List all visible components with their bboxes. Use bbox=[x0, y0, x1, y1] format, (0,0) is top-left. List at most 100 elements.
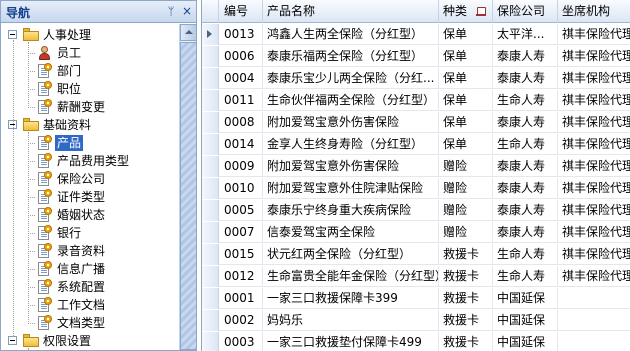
table-row[interactable]: 0011 生命伙伴福两全保险（分红型） 保单 生命人寿 祺丰保险代理 bbox=[202, 90, 630, 111]
table-cell[interactable]: 鸿鑫人生两全保险（分红型） bbox=[263, 24, 439, 45]
table-row[interactable]: 0008 附加爱驾宝意外伤害保险 保单 泰康人寿 祺丰保险代理 bbox=[202, 112, 630, 133]
table-cell[interactable]: 泰康人寿 bbox=[493, 46, 558, 67]
tree-node-label[interactable]: 婚姻状态 bbox=[55, 207, 107, 223]
table-cell[interactable]: 祺丰保险代理 bbox=[558, 156, 630, 177]
table-cell[interactable]: 生命人寿 bbox=[493, 90, 558, 111]
column-header[interactable]: 坐席机构 bbox=[558, 0, 630, 23]
table-cell[interactable]: 0004 bbox=[220, 68, 263, 89]
table-cell[interactable]: 0009 bbox=[220, 156, 263, 177]
tree-node-label[interactable]: 工作文档 bbox=[55, 297, 107, 313]
row-header[interactable] bbox=[202, 90, 219, 111]
tree-node-label[interactable]: 系统配置 bbox=[55, 279, 107, 295]
row-header[interactable] bbox=[202, 332, 219, 351]
table-cell[interactable]: 0006 bbox=[220, 46, 263, 67]
table-cell[interactable]: 救援卡 bbox=[439, 332, 493, 351]
table-cell[interactable]: 泰康人寿 bbox=[493, 156, 558, 177]
table-cell[interactable]: 生命人寿 bbox=[493, 244, 558, 265]
table-cell[interactable]: 祺丰保险代理 bbox=[558, 46, 630, 67]
table-cell[interactable]: 0005 bbox=[220, 200, 263, 221]
table-cell[interactable]: 泰康乐宁终身重大疾病保险 bbox=[263, 200, 439, 221]
row-header[interactable] bbox=[202, 244, 219, 265]
scroll-up-arrow-icon[interactable] bbox=[180, 24, 197, 41]
table-cell[interactable]: 赠险 bbox=[439, 178, 493, 199]
table-cell[interactable]: 保单 bbox=[439, 46, 493, 67]
table-row[interactable]: 0013 鸿鑫人生两全保险（分红型） 保单 太平洋... 祺丰保险代理 bbox=[202, 24, 630, 45]
tree-node-label[interactable]: 薪酬变更 bbox=[55, 99, 107, 115]
table-cell[interactable]: 0012 bbox=[220, 266, 263, 287]
column-header[interactable]: 编号 bbox=[220, 0, 263, 23]
table-cell[interactable]: 祺丰保险代理 bbox=[558, 90, 630, 111]
table-cell[interactable]: 0007 bbox=[220, 222, 263, 243]
table-cell[interactable]: 0014 bbox=[220, 134, 263, 155]
table-cell[interactable]: 救援卡 bbox=[439, 244, 493, 265]
table-cell[interactable]: 泰康人寿 bbox=[493, 200, 558, 221]
collapse-toggle-icon[interactable] bbox=[8, 30, 17, 39]
table-row[interactable]: 0001 一家三口救援保障卡399 救援卡 中国延保 bbox=[202, 288, 630, 309]
tree-node-label[interactable]: 人事处理 bbox=[41, 27, 93, 43]
table-cell[interactable]: 生命人寿 bbox=[493, 134, 558, 155]
row-header[interactable] bbox=[202, 112, 219, 133]
close-icon[interactable]: × bbox=[181, 5, 193, 18]
sort-icon[interactable] bbox=[476, 6, 486, 16]
table-cell[interactable]: 中国延保 bbox=[493, 332, 558, 351]
table-cell[interactable]: 祺丰保险代理 bbox=[558, 222, 630, 243]
table-cell[interactable]: 中国延保 bbox=[493, 288, 558, 309]
scrollbar-thumb[interactable] bbox=[180, 42, 197, 350]
table-cell[interactable]: 附加爱驾宝意外伤害保险 bbox=[263, 112, 439, 133]
tree-scrollbar[interactable] bbox=[179, 24, 197, 350]
table-cell[interactable]: 附加爱驾宝意外伤害保险 bbox=[263, 156, 439, 177]
row-header[interactable] bbox=[202, 310, 219, 331]
row-header[interactable] bbox=[202, 156, 219, 177]
table-cell[interactable]: 保单 bbox=[439, 68, 493, 89]
table-cell[interactable]: 祺丰保险代理 bbox=[558, 112, 630, 133]
table-cell[interactable]: 祺丰保险代理 bbox=[558, 24, 630, 45]
table-cell[interactable]: 0010 bbox=[220, 178, 263, 199]
tree-node-label[interactable]: 银行 bbox=[55, 225, 83, 241]
table-row[interactable]: 0006 泰康乐福两全保险（分红型） 保单 泰康人寿 祺丰保险代理 bbox=[202, 46, 630, 67]
table-cell[interactable]: 保单 bbox=[439, 24, 493, 45]
table-cell[interactable]: 泰康人寿 bbox=[493, 68, 558, 89]
table-cell[interactable]: 祺丰保险代理 bbox=[558, 178, 630, 199]
tree-node-label[interactable]: 产品 bbox=[55, 135, 84, 151]
tree-node-label[interactable]: 部门 bbox=[55, 63, 83, 79]
table-cell[interactable]: 救援卡 bbox=[439, 310, 493, 331]
collapse-toggle-icon[interactable] bbox=[8, 336, 17, 345]
table-cell[interactable]: 0013 bbox=[220, 24, 263, 45]
table-cell[interactable]: 救援卡 bbox=[439, 288, 493, 309]
column-header[interactable]: 保险公司 bbox=[493, 0, 558, 23]
table-cell[interactable]: 生命人寿 bbox=[493, 266, 558, 287]
table-cell[interactable]: 0015 bbox=[220, 244, 263, 265]
table-cell[interactable]: 0011 bbox=[220, 90, 263, 111]
row-header[interactable] bbox=[202, 134, 219, 155]
table-cell[interactable]: 祺丰保险代理 bbox=[558, 134, 630, 155]
table-row[interactable]: 0004 泰康乐宝少儿两全保险（分红... 保单 泰康人寿 祺丰保险代理 bbox=[202, 68, 630, 89]
table-cell[interactable]: 赠险 bbox=[439, 156, 493, 177]
row-header[interactable] bbox=[202, 288, 219, 309]
tree-node-label[interactable]: 证件类型 bbox=[55, 189, 107, 205]
table-cell[interactable]: 祺丰保险代理 bbox=[558, 68, 630, 89]
table-cell[interactable]: 赠险 bbox=[439, 200, 493, 221]
table-cell[interactable] bbox=[558, 288, 630, 309]
table-row[interactable]: 0009 附加爱驾宝意外伤害保险 赠险 泰康人寿 祺丰保险代理 bbox=[202, 156, 630, 177]
row-header[interactable] bbox=[202, 24, 219, 45]
table-cell[interactable]: 救援卡 bbox=[439, 266, 493, 287]
table-cell[interactable]: 泰康乐福两全保险（分红型） bbox=[263, 46, 439, 67]
pin-icon[interactable]: ᛘ bbox=[165, 5, 177, 18]
table-cell[interactable]: 生命富贵全能年金保险（分红型） bbox=[263, 266, 439, 287]
tree-node-label[interactable]: 员工 bbox=[55, 45, 83, 61]
table-row[interactable]: 0002 妈妈乐 救援卡 中国延保 bbox=[202, 310, 630, 331]
tree-node-label[interactable]: 基础资料 bbox=[41, 117, 93, 133]
table-cell[interactable]: 信泰爱驾宝两全保险 bbox=[263, 222, 439, 243]
row-header[interactable] bbox=[202, 68, 219, 89]
table-cell[interactable]: 0001 bbox=[220, 288, 263, 309]
row-header[interactable] bbox=[202, 266, 219, 287]
column-header[interactable]: 种类 bbox=[439, 0, 493, 23]
tree-node-label[interactable]: 录音资料 bbox=[55, 243, 107, 259]
table-cell[interactable]: 泰康人寿 bbox=[493, 112, 558, 133]
tree-node-label[interactable]: 信息广播 bbox=[55, 261, 107, 277]
table-row[interactable]: 0005 泰康乐宁终身重大疾病保险 赠险 泰康人寿 祺丰保险代理 bbox=[202, 200, 630, 221]
tree-node-label[interactable]: 职位 bbox=[55, 81, 83, 97]
table-row[interactable]: 0015 状元红两全保险（分红型） 救援卡 生命人寿 祺丰保险代理 bbox=[202, 244, 630, 265]
table-row[interactable]: 0010 附加爱驾宝意外住院津贴保险 赠险 泰康人寿 祺丰保险代理 bbox=[202, 178, 630, 199]
table-cell[interactable]: 祺丰保险代理 bbox=[558, 266, 630, 287]
